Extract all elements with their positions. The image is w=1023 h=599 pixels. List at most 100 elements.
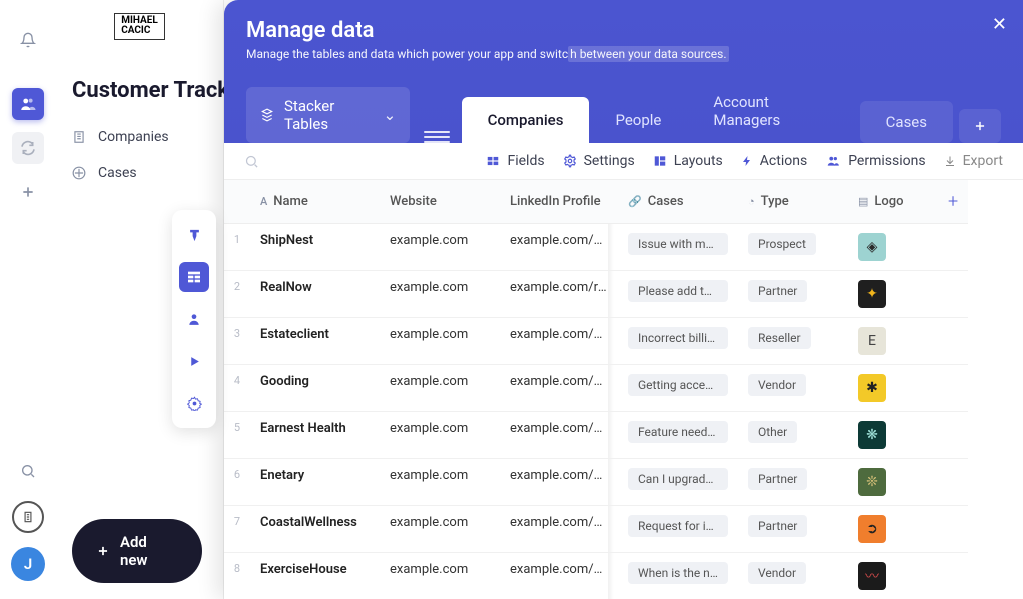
tool-gear-icon[interactable] <box>179 388 209 418</box>
tool-layouts[interactable]: Layouts <box>653 153 723 169</box>
add-column-button[interactable]: + <box>938 180 968 224</box>
cell-type[interactable]: Vendor <box>738 553 848 599</box>
row-number: 2 <box>224 271 250 318</box>
cell-case[interactable]: Issue with my account <box>618 224 738 271</box>
tool-fields[interactable]: Fields <box>486 153 544 169</box>
cell-website[interactable]: example.com <box>380 553 500 599</box>
cell-case[interactable]: Getting access to beta <box>618 365 738 412</box>
cell-website[interactable]: example.com <box>380 412 500 459</box>
cell-logo[interactable]: ❋ <box>848 412 938 459</box>
cell-empty <box>938 412 968 459</box>
nav-cases[interactable]: Cases <box>56 155 223 191</box>
row-number: 3 <box>224 318 250 365</box>
cell-logo[interactable]: ❊ <box>848 459 938 506</box>
cell-logo[interactable]: ✦ <box>848 271 938 318</box>
row-number: 7 <box>224 506 250 553</box>
cell-linkedin[interactable]: example.com/coastalwellness <box>500 506 618 553</box>
bell-icon[interactable] <box>12 24 44 56</box>
cell-website[interactable]: example.com <box>380 318 500 365</box>
col-name[interactable]: AName <box>250 180 380 224</box>
cell-linkedin[interactable]: example.com/shipnest <box>500 224 618 271</box>
col-logo[interactable]: ▤Logo <box>848 180 938 224</box>
cell-name[interactable]: RealNow <box>250 271 380 318</box>
cell-website[interactable]: example.com <box>380 506 500 553</box>
user-avatar[interactable]: J <box>11 547 45 581</box>
cell-logo[interactable]: 〰 <box>848 553 938 599</box>
cell-empty <box>938 459 968 506</box>
people-app-icon[interactable] <box>12 88 44 120</box>
cell-name[interactable]: ShipNest <box>250 224 380 271</box>
cell-linkedin[interactable]: example.com/realnow <box>500 271 618 318</box>
cell-type[interactable]: Prospect <box>738 224 848 271</box>
cell-type[interactable]: Other <box>738 412 848 459</box>
cell-empty <box>938 553 968 599</box>
cell-name[interactable]: CoastalWellness <box>250 506 380 553</box>
cell-type[interactable]: Partner <box>738 506 848 553</box>
cell-case[interactable]: Can I upgrade my account <box>618 459 738 506</box>
modal-subtitle: Manage the tables and data which power y… <box>246 47 1001 61</box>
tab-account-managers[interactable]: Account Managers <box>687 79 853 143</box>
tool-export[interactable]: Export <box>944 153 1003 169</box>
cell-name[interactable]: Estateclient <box>250 318 380 365</box>
cell-logo[interactable]: ✱ <box>848 365 938 412</box>
cell-name[interactable]: Earnest Health <box>250 412 380 459</box>
search-global-icon[interactable] <box>12 455 44 487</box>
cell-linkedin[interactable]: example.com/estateclient <box>500 318 618 365</box>
cell-name[interactable]: Gooding <box>250 365 380 412</box>
org-icon[interactable] <box>12 501 44 533</box>
tool-actions[interactable]: Actions <box>741 153 807 169</box>
tool-table-icon[interactable] <box>179 262 209 292</box>
cell-case[interactable]: Incorrect billing information <box>618 318 738 365</box>
cell-logo[interactable]: ➲ <box>848 506 938 553</box>
cell-case[interactable]: Request for information <box>618 506 738 553</box>
cell-case[interactable]: Feature needed for compliance <box>618 412 738 459</box>
add-tab-button[interactable] <box>959 109 1001 143</box>
cell-logo[interactable]: E <box>848 318 938 365</box>
cell-type[interactable]: Vendor <box>738 365 848 412</box>
cell-website[interactable]: example.com <box>380 365 500 412</box>
col-linkedin[interactable]: LinkedIn Profile <box>500 180 618 224</box>
cell-website[interactable]: example.com <box>380 224 500 271</box>
cell-case[interactable]: When is the new release <box>618 553 738 599</box>
cell-website[interactable]: example.com <box>380 459 500 506</box>
close-icon[interactable]: ✕ <box>992 14 1007 35</box>
col-website[interactable]: Website <box>380 180 500 224</box>
row-selector-header <box>224 180 250 224</box>
row-number: 1 <box>224 224 250 271</box>
cell-name[interactable]: ExerciseHouse <box>250 553 380 599</box>
sync-app-icon[interactable] <box>12 132 44 164</box>
cell-type[interactable]: Reseller <box>738 318 848 365</box>
cell-name[interactable]: Enetary <box>250 459 380 506</box>
cell-case[interactable]: Please add this feature <box>618 271 738 318</box>
cell-logo[interactable]: ◈ <box>848 224 938 271</box>
tab-companies[interactable]: Companies <box>462 97 590 143</box>
tool-permissions[interactable]: Permissions <box>825 153 925 169</box>
col-type[interactable]: ◔Type <box>738 180 848 224</box>
cell-empty <box>938 506 968 553</box>
col-cases[interactable]: 🔗Cases <box>618 180 738 224</box>
tab-cases[interactable]: Cases <box>860 101 953 143</box>
cell-linkedin[interactable]: example.com/enetary <box>500 459 618 506</box>
cell-linkedin[interactable]: example.com/exercisehouse <box>500 553 618 599</box>
cell-empty <box>938 365 968 412</box>
cell-linkedin[interactable]: example.com/earnesthealth <box>500 412 618 459</box>
cell-empty <box>938 318 968 365</box>
cell-type[interactable]: Partner <box>738 271 848 318</box>
nav-companies[interactable]: Companies <box>56 119 223 155</box>
tool-play-icon[interactable] <box>179 346 209 376</box>
nav-cases-label: Cases <box>98 165 137 181</box>
brand-logo: MIHAELCACIC <box>56 0 223 52</box>
tab-people[interactable]: People <box>589 97 687 143</box>
row-number: 6 <box>224 459 250 506</box>
tool-person-icon[interactable] <box>179 304 209 334</box>
add-app-icon[interactable] <box>12 176 44 208</box>
cell-type[interactable]: Partner <box>738 459 848 506</box>
tool-brush-icon[interactable] <box>179 220 209 250</box>
menu-icon[interactable] <box>424 131 449 143</box>
cell-website[interactable]: example.com <box>380 271 500 318</box>
tool-settings[interactable]: Settings <box>563 153 635 169</box>
cell-linkedin[interactable]: example.com/gooding <box>500 365 618 412</box>
search-icon[interactable] <box>244 154 259 169</box>
tables-source-selector[interactable]: Stacker Tables ⌄ <box>246 87 410 143</box>
add-new-button[interactable]: Add new <box>72 519 202 583</box>
